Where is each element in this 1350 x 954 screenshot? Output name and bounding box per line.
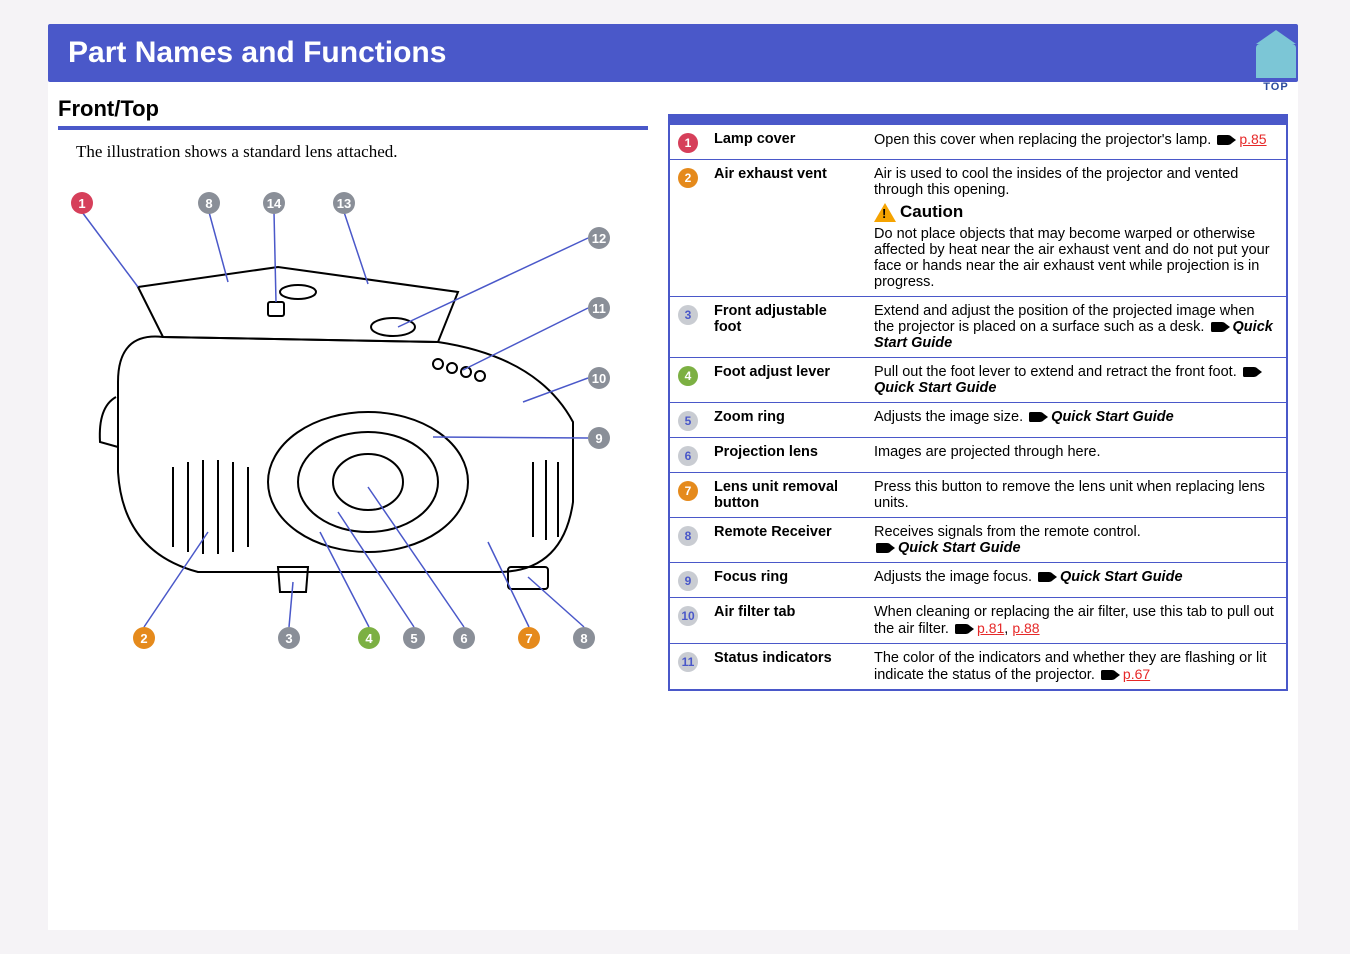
page-link[interactable]: p.88 bbox=[1012, 620, 1039, 636]
part-number-badge: 8 bbox=[678, 526, 698, 546]
part-description: Pull out the foot lever to extend and re… bbox=[866, 358, 1287, 403]
section-heading: Front/Top bbox=[58, 96, 648, 130]
part-description: Adjusts the image size. Quick Start Guid… bbox=[866, 403, 1287, 438]
diagram-callout-12: 12 bbox=[588, 227, 610, 249]
page-title: Part Names and Functions bbox=[68, 36, 446, 70]
page-link[interactable]: p.67 bbox=[1123, 666, 1150, 682]
diagram-callout-7: 7 bbox=[518, 627, 540, 649]
part-row-10: 10 Air filter tabWhen cleaning or replaci… bbox=[669, 598, 1287, 644]
diagram-callout-9: 9 bbox=[588, 427, 610, 449]
part-name: Air exhaust vent bbox=[706, 160, 866, 297]
diagram-callout-8: 8 bbox=[198, 192, 220, 214]
quick-start-guide-ref: Quick Start Guide bbox=[874, 380, 996, 396]
top-label: TOP bbox=[1263, 81, 1288, 93]
part-name: Remote Receiver bbox=[706, 518, 866, 563]
diagram-callout-13: 13 bbox=[333, 192, 355, 214]
part-row-7: 7 Lens unit removal buttonPress this butt… bbox=[669, 473, 1287, 518]
diagram-callout-11: 11 bbox=[588, 297, 610, 319]
parts-table: 1 Lamp coverOpen this cover when replacin… bbox=[668, 114, 1288, 691]
part-number-badge: 1 bbox=[678, 133, 698, 153]
part-description: Adjusts the image focus. Quick Start Gui… bbox=[866, 563, 1287, 598]
quick-start-guide-ref: Quick Start Guide bbox=[1060, 569, 1182, 585]
warning-triangle-icon bbox=[874, 203, 896, 222]
part-row-8: 8 Remote ReceiverReceives signals from th… bbox=[669, 518, 1287, 563]
part-name: Front adjustable foot bbox=[706, 297, 866, 358]
diagram-callout-3: 3 bbox=[278, 627, 300, 649]
illustration-caption: The illustration shows a standard lens a… bbox=[76, 142, 648, 162]
reference-icon bbox=[1243, 367, 1259, 377]
diagram-callout-8: 8 bbox=[573, 627, 595, 649]
part-row-6: 6 Projection lensImages are projected thr… bbox=[669, 438, 1287, 473]
part-row-11: 11 Status indicatorsThe color of the indi… bbox=[669, 644, 1287, 691]
part-number-badge: 6 bbox=[678, 446, 698, 466]
part-number-badge: 7 bbox=[678, 481, 698, 501]
projector-diagram: 1 8 14 13 12 11 10 9 2 3 4 5 6 7 8 bbox=[68, 172, 638, 652]
part-description: When cleaning or replacing the air filte… bbox=[866, 598, 1287, 644]
content-area: Front/Top The illustration shows a stand… bbox=[48, 82, 1298, 691]
caution-label: Caution bbox=[874, 202, 963, 222]
part-number-badge: 2 bbox=[678, 168, 698, 188]
reference-icon bbox=[1029, 412, 1045, 422]
page-link[interactable]: p.81 bbox=[977, 620, 1004, 636]
diagram-callout-5: 5 bbox=[403, 627, 425, 649]
page-link[interactable]: p.85 bbox=[1239, 131, 1266, 147]
reference-icon bbox=[955, 624, 971, 634]
part-name: Lens unit removal button bbox=[706, 473, 866, 518]
part-row-9: 9 Focus ringAdjusts the image focus. Quic… bbox=[669, 563, 1287, 598]
part-description: Images are projected through here. bbox=[866, 438, 1287, 473]
part-row-5: 5 Zoom ringAdjusts the image size. Quick … bbox=[669, 403, 1287, 438]
part-description: Press this button to remove the lens uni… bbox=[866, 473, 1287, 518]
left-column: Front/Top The illustration shows a stand… bbox=[58, 96, 648, 691]
part-name: Focus ring bbox=[706, 563, 866, 598]
part-row-3: 3 Front adjustable footExtend and adjust … bbox=[669, 297, 1287, 358]
house-icon bbox=[1256, 44, 1296, 78]
part-name: Foot adjust lever bbox=[706, 358, 866, 403]
diagram-callout-4: 4 bbox=[358, 627, 380, 649]
part-row-1: 1 Lamp coverOpen this cover when replacin… bbox=[669, 125, 1287, 160]
diagram-callout-6: 6 bbox=[453, 627, 475, 649]
diagram-callout-1: 1 bbox=[71, 192, 93, 214]
diagram-callout-2: 2 bbox=[133, 627, 155, 649]
part-number-badge: 4 bbox=[678, 366, 698, 386]
part-row-4: 4 Foot adjust leverPull out the foot leve… bbox=[669, 358, 1287, 403]
reference-icon bbox=[1211, 322, 1227, 332]
reference-icon bbox=[1101, 670, 1117, 680]
part-number-badge: 9 bbox=[678, 571, 698, 591]
diagram-callout-14: 14 bbox=[263, 192, 285, 214]
part-name: Zoom ring bbox=[706, 403, 866, 438]
part-row-2: 2 Air exhaust ventAir is used to cool the… bbox=[669, 160, 1287, 297]
reference-icon bbox=[1217, 135, 1233, 145]
part-description: The color of the indicators and whether … bbox=[866, 644, 1287, 691]
quick-start-guide-ref: Quick Start Guide bbox=[898, 540, 1020, 556]
part-number-badge: 11 bbox=[678, 652, 698, 672]
part-description: Extend and adjust the position of the pr… bbox=[866, 297, 1287, 358]
manual-page: Part Names and Functions TOP Front/Top T… bbox=[48, 24, 1298, 930]
part-name: Air filter tab bbox=[706, 598, 866, 644]
part-number-badge: 3 bbox=[678, 305, 698, 325]
reference-icon bbox=[876, 543, 892, 553]
diagram-callout-10: 10 bbox=[588, 367, 610, 389]
part-description: Open this cover when replacing the proje… bbox=[866, 125, 1287, 160]
right-column: 1 Lamp coverOpen this cover when replacin… bbox=[668, 114, 1288, 691]
projector-svg bbox=[68, 172, 638, 652]
part-name: Lamp cover bbox=[706, 125, 866, 160]
quick-start-guide-ref: Quick Start Guide bbox=[1051, 409, 1173, 425]
reference-icon bbox=[1038, 572, 1054, 582]
part-description: Receives signals from the remote control… bbox=[866, 518, 1287, 563]
top-home-icon[interactable]: TOP bbox=[1244, 36, 1308, 100]
part-number-badge: 5 bbox=[678, 411, 698, 431]
title-bar: Part Names and Functions bbox=[48, 24, 1298, 82]
part-name: Projection lens bbox=[706, 438, 866, 473]
part-name: Status indicators bbox=[706, 644, 866, 691]
part-description: Air is used to cool the insides of the p… bbox=[866, 160, 1287, 297]
part-number-badge: 10 bbox=[678, 606, 698, 626]
